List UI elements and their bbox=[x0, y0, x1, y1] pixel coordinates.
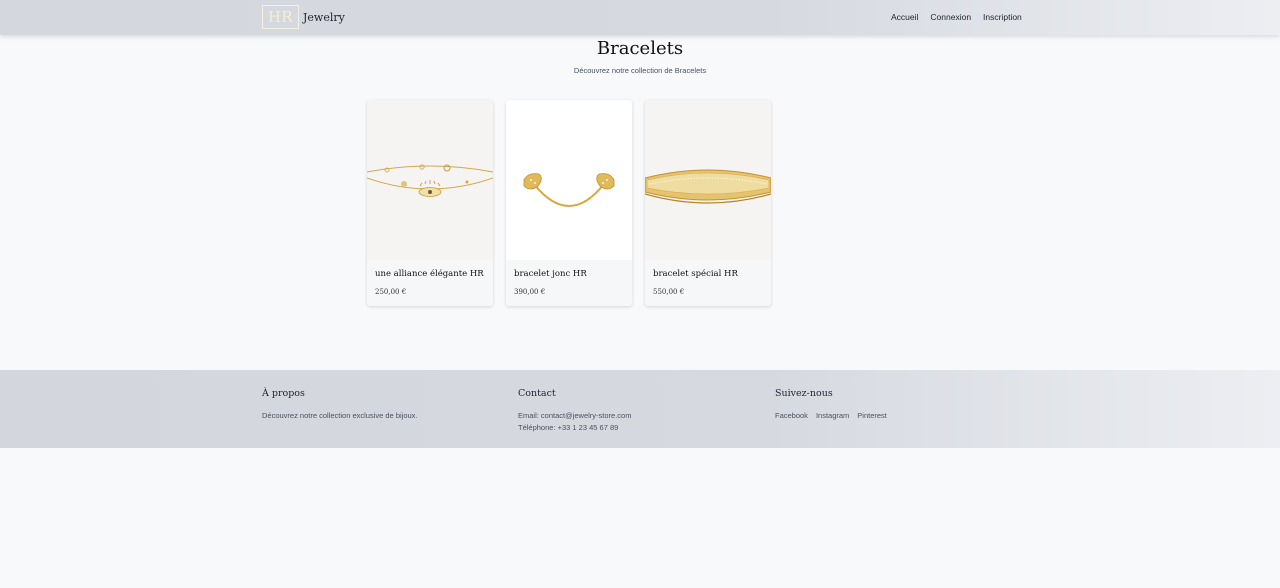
site-logo[interactable]: HR Jewelry bbox=[262, 5, 345, 29]
site-footer: À propos Découvrez notre collection excl… bbox=[0, 370, 1280, 448]
page-title: Bracelets bbox=[596, 38, 684, 59]
site-header: HR Jewelry Accueil Connexion Inscription bbox=[0, 0, 1280, 35]
footer-contact-title: Contact bbox=[518, 388, 556, 399]
pave-bangle-bracelet-icon bbox=[645, 169, 771, 204]
main-nav: Accueil Connexion Inscription bbox=[891, 12, 1022, 22]
product-price: 250,00 € bbox=[375, 288, 407, 296]
social-links: Facebook Instagram Pinterest bbox=[775, 410, 887, 422]
product-image[interactable] bbox=[506, 100, 632, 260]
product-image[interactable] bbox=[367, 100, 493, 260]
product-price: 550,00 € bbox=[653, 288, 685, 296]
product-card[interactable]: bracelet spécial HR 550,00 € bbox=[645, 100, 771, 306]
footer-about: À propos Découvrez notre collection excl… bbox=[262, 388, 418, 422]
footer-contact-phone: Téléphone: +33 1 23 45 67 89 bbox=[518, 423, 619, 432]
nav-link-accueil[interactable]: Accueil bbox=[891, 12, 918, 22]
social-link-instagram[interactable]: Instagram bbox=[816, 410, 849, 422]
product-card[interactable]: une alliance élégante HR 250,00 € bbox=[367, 100, 493, 306]
logo-mark: HR bbox=[262, 5, 299, 29]
nav-link-inscription[interactable]: Inscription bbox=[983, 12, 1022, 22]
page-subtitle: Découvrez notre collection de Bracelets bbox=[573, 66, 707, 75]
footer-social: Suivez-nous Facebook Instagram Pinterest bbox=[775, 388, 887, 422]
footer-contact: Contact Email: contact@jewelry-store.com… bbox=[518, 388, 631, 434]
product-card[interactable]: bracelet jonc HR 390,00 € bbox=[506, 100, 632, 306]
footer-about-title: À propos bbox=[262, 388, 305, 399]
footer-about-text: Découvrez notre collection exclusive de … bbox=[262, 411, 418, 420]
eye-chain-bracelet-icon bbox=[367, 164, 493, 197]
product-price: 390,00 € bbox=[514, 288, 546, 296]
product-name[interactable]: bracelet spécial HR bbox=[653, 269, 738, 279]
wing-cuff-bracelet-icon bbox=[523, 173, 615, 207]
social-link-facebook[interactable]: Facebook bbox=[775, 410, 808, 422]
footer-social-title: Suivez-nous bbox=[775, 388, 833, 399]
logo-text: Jewelry bbox=[303, 10, 345, 24]
product-name[interactable]: bracelet jonc HR bbox=[514, 269, 587, 279]
product-grid: une alliance élégante HR 250,00 € bracel… bbox=[367, 100, 771, 306]
nav-link-connexion[interactable]: Connexion bbox=[930, 12, 971, 22]
footer-contact-email[interactable]: Email: contact@jewelry-store.com bbox=[518, 410, 631, 422]
social-link-pinterest[interactable]: Pinterest bbox=[857, 410, 887, 422]
product-name[interactable]: une alliance élégante HR bbox=[375, 269, 484, 279]
product-image[interactable] bbox=[645, 100, 771, 260]
